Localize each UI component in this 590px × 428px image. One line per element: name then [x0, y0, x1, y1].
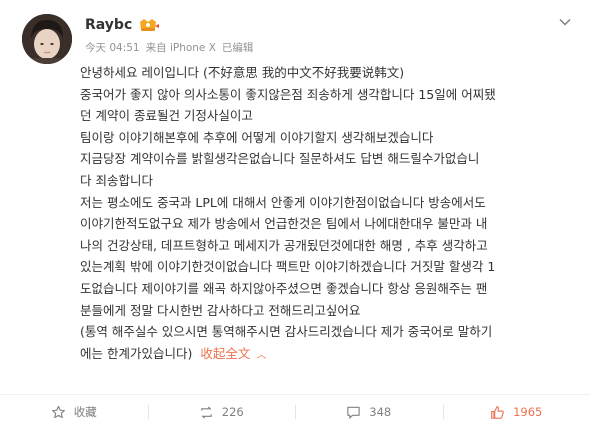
repost-button[interactable]: 226 — [147, 396, 296, 428]
post-time[interactable]: 今天 04:51 — [85, 40, 140, 55]
content-line: 중국어가 좋지 않아 의사소통이 좋지않은점 죄송하게 생각합니다 15일에 어… — [80, 86, 496, 102]
post-content: 안녕하세요 레이입니다 (不好意思 我的中文不好我要说韩文) 중국어가 좋지 않… — [80, 62, 580, 366]
avatar[interactable] — [22, 14, 72, 64]
content-line: 나의 건강상태, 데프트형하고 메세지가 공개됬던것에대한 해명 , 추후 생각… — [80, 237, 488, 253]
chevron-down-icon[interactable] — [558, 15, 572, 29]
comment-icon — [347, 406, 360, 418]
name-row: Raybc — [85, 15, 160, 35]
content-line: 다 죄송합니다 — [80, 172, 153, 188]
content-line: 지금당장 계약이슈를 밝힐생각은없습니다 질문하셔도 답변 해드릴수가없습니 — [80, 151, 480, 167]
like-icon — [491, 405, 504, 419]
content-line: 던 계약이 종료될건 기정사실이고 — [80, 108, 253, 124]
like-count: 1965 — [513, 405, 543, 419]
favorite-button[interactable]: 收藏 — [0, 396, 148, 428]
username[interactable]: Raybc — [85, 17, 132, 33]
edited-label[interactable]: 已编辑 — [222, 40, 254, 55]
like-button[interactable]: 1965 — [442, 396, 590, 428]
divider — [0, 394, 590, 395]
content-line: 이야기한적도없구요 제가 방송에서 언급한것은 팀에서 나에대한대우 불만과 내 — [80, 216, 488, 232]
content-line: 팀이랑 이야기해본후에 추후에 어떻게 이야기할지 생각해보겠습니다 — [80, 129, 434, 145]
content-line: 도없습니다 제이야기를 왜곡 하지않아주셨으면 좋겠습니다 항상 응원해주는 팬 — [80, 280, 488, 296]
repost-count: 226 — [221, 405, 244, 419]
comment-count: 348 — [369, 405, 392, 419]
content-line: 있는계획 밖에 이야기한것이없습니다 팩트만 이야기하겠습니다 거짓말 할생각 … — [80, 259, 496, 275]
collapse-full-text-link[interactable]: 收起全文 ︿ — [200, 346, 266, 361]
action-bar: 收藏 226 348 1965 — [0, 396, 590, 428]
vip-badge-icon[interactable] — [138, 18, 160, 32]
comment-button[interactable]: 348 — [295, 396, 443, 428]
avatar-image — [22, 14, 72, 64]
post-meta: 今天 04:51 来自 iPhone X 已编辑 — [85, 40, 253, 55]
content-line: 분들에게 정말 다시한번 감사하다고 전해드리고싶어요 — [80, 302, 361, 318]
content-line-last: 에는 한계가있습니다) 收起全文 ︿ — [80, 343, 580, 367]
collapse-label: 收起全文 — [200, 345, 251, 361]
star-icon — [51, 405, 65, 418]
post-source: 来自 iPhone X — [145, 42, 216, 54]
favorite-label: 收藏 — [73, 405, 97, 419]
chevron-up-icon: ︿ — [256, 349, 267, 361]
content-line: (통역 해주실수 있으시면 통역해주시면 감사드리겠습니다 제가 중국어로 말하… — [80, 324, 493, 340]
content-line: 안녕하세요 레이입니다 (不好意思 我的中文不好我要说韩文) — [80, 65, 405, 80]
repost-icon — [201, 405, 212, 419]
content-line: 저는 평소에도 중국과 LPL에 대해서 안좋게 이야기한점이없습니다 방송에서… — [80, 194, 486, 210]
content-line-text: 에는 한계가있습니다) — [80, 345, 193, 361]
weibo-post-card: Raybc 今天 04:51 来自 iPhone X 已编辑 안녕하세요 레이입… — [0, 0, 590, 428]
